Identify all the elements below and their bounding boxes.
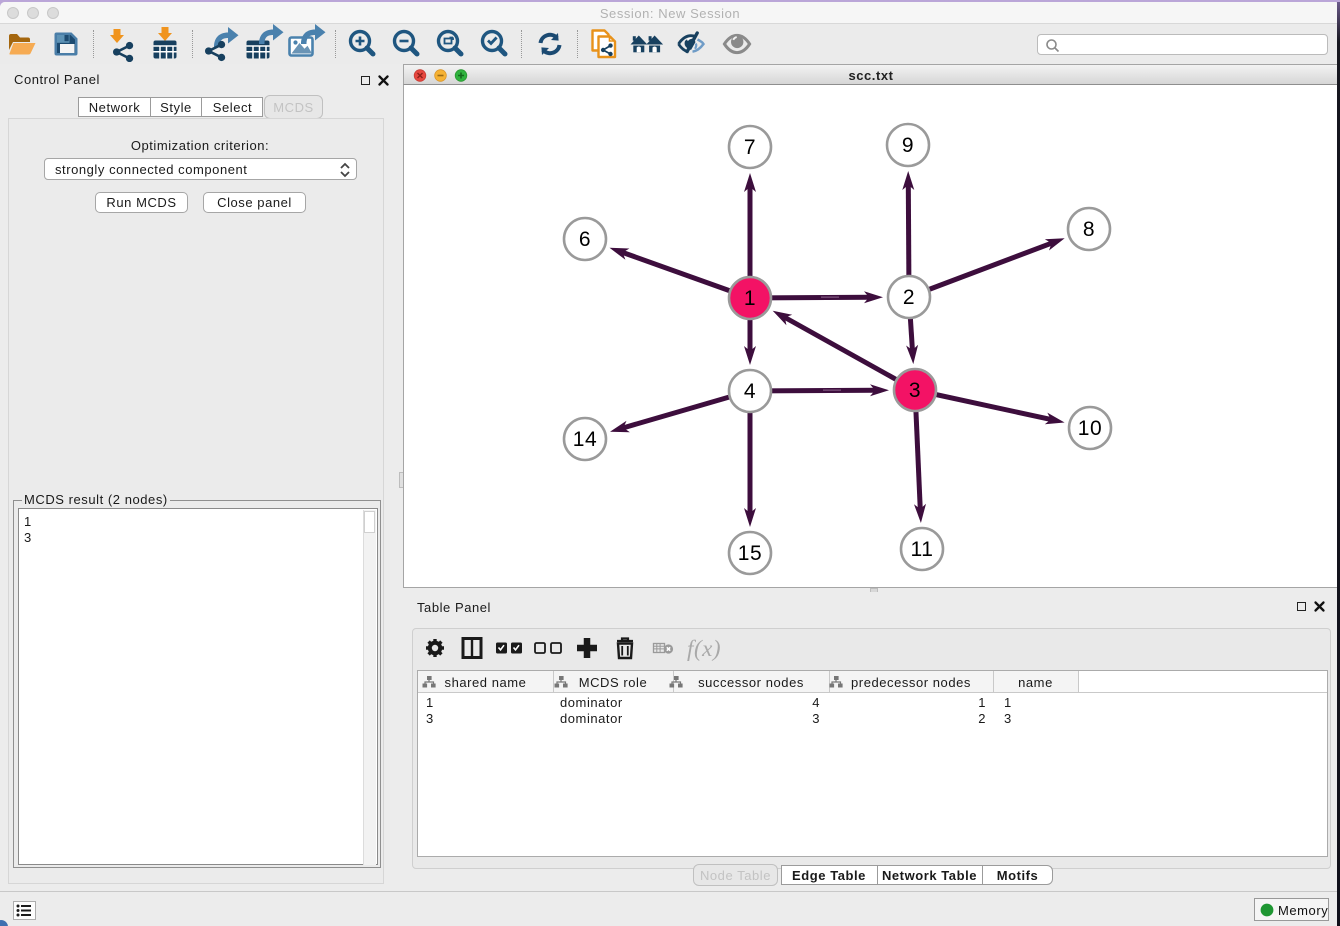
svg-text:8: 8 <box>1083 218 1095 241</box>
svg-text:4: 4 <box>744 380 756 403</box>
svg-text:11: 11 <box>911 538 934 561</box>
svg-text:15: 15 <box>738 542 762 565</box>
svg-text:14: 14 <box>573 428 597 451</box>
svg-text:2: 2 <box>903 286 915 309</box>
svg-text:6: 6 <box>579 228 591 251</box>
svg-text:9: 9 <box>902 134 914 157</box>
svg-text:10: 10 <box>1078 417 1102 440</box>
svg-text:1: 1 <box>744 287 756 310</box>
svg-text:f(x): f(x) <box>687 636 721 661</box>
svg-text:3: 3 <box>909 379 921 402</box>
svg-text:7: 7 <box>744 136 756 159</box>
